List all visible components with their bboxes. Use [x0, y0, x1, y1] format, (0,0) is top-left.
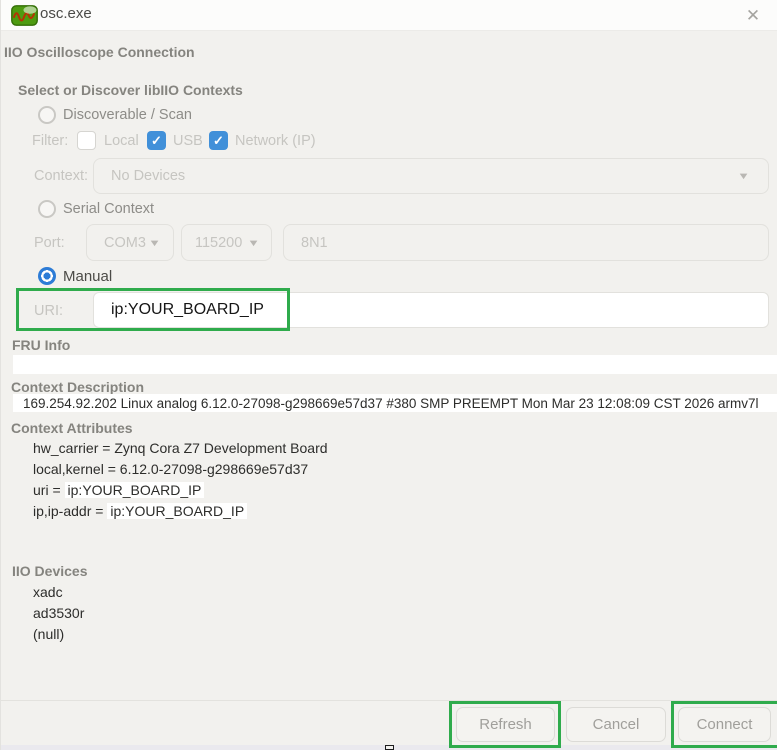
- attr-key: hw_carrier: [33, 440, 98, 456]
- port-label: Port:: [34, 235, 65, 251]
- context-attribute-row: local,kernel = 6.12.0-27098-g298669e57d3…: [33, 461, 308, 477]
- refresh-button[interactable]: Refresh: [456, 707, 555, 742]
- attr-value: ip:YOUR_BOARD_IP: [107, 503, 247, 519]
- filter-network-label: Network (IP): [235, 133, 316, 149]
- device-item: ad3530r: [33, 605, 84, 621]
- filter-network-checkbox[interactable]: ✓: [209, 131, 228, 150]
- text-caret-artifact: [385, 745, 394, 750]
- device-item: xadc: [33, 584, 63, 600]
- chevron-down-icon: ▼: [737, 171, 750, 182]
- context-dropdown-value: No Devices: [111, 168, 185, 184]
- filter-usb-label: USB: [173, 133, 203, 149]
- attr-key: local,kernel: [33, 461, 104, 477]
- close-icon[interactable]: ✕: [740, 4, 766, 28]
- attr-key: uri: [33, 482, 49, 498]
- connection-dialog: osc.exe ✕ IIO Oscilloscope Connection Se…: [0, 0, 777, 750]
- chevron-down-icon: ▼: [148, 237, 161, 248]
- attr-value: 6.12.0-27098-g298669e57d37: [120, 461, 308, 477]
- filter-usb-checkbox[interactable]: ✓: [147, 131, 166, 150]
- context-attribute-row: hw_carrier = Zynq Cora Z7 Development Bo…: [33, 440, 328, 456]
- serial-radio[interactable]: [38, 200, 56, 218]
- discoverable-label: Discoverable / Scan: [63, 107, 192, 123]
- context-attribute-row: uri = ip:YOUR_BOARD_IP: [33, 482, 204, 498]
- footer-divider: [1, 700, 777, 701]
- framing-input[interactable]: 8N1: [283, 224, 769, 261]
- oscilloscope-app-icon: [11, 5, 38, 26]
- iio-devices-title: IIO Devices: [12, 563, 88, 579]
- context-attribute-row: ip,ip-addr = ip:YOUR_BOARD_IP: [33, 503, 247, 519]
- check-icon: ✓: [213, 133, 224, 148]
- check-icon: ✓: [151, 133, 162, 148]
- attr-eq: =: [91, 503, 107, 519]
- port-dropdown[interactable]: COM3 ▼: [86, 224, 174, 261]
- fru-content: [13, 355, 777, 374]
- manual-label: Manual: [63, 268, 112, 285]
- context-dropdown[interactable]: No Devices ▼: [93, 158, 769, 194]
- device-item: (null): [33, 626, 64, 642]
- port-dropdown-value: COM3: [104, 235, 146, 251]
- contexts-section-title: Select or Discover libIIO Contexts: [18, 82, 243, 98]
- connect-button[interactable]: Connect: [678, 707, 771, 742]
- window-title: osc.exe: [40, 5, 92, 22]
- attr-key: ip,ip-addr: [33, 503, 91, 519]
- chevron-down-icon: ▼: [247, 237, 260, 248]
- context-description-text: 169.254.92.202 Linux analog 6.12.0-27098…: [23, 396, 777, 411]
- attr-eq: =: [98, 440, 114, 456]
- filter-local-checkbox[interactable]: [77, 131, 96, 150]
- filter-local-label: Local: [104, 133, 139, 149]
- serial-label: Serial Context: [63, 201, 154, 217]
- filter-label: Filter:: [32, 133, 68, 149]
- attr-eq: =: [104, 461, 120, 477]
- context-attributes-title: Context Attributes: [11, 420, 133, 436]
- title-bar: osc.exe ✕: [1, 0, 777, 31]
- context-label: Context:: [34, 168, 88, 184]
- attr-eq: =: [49, 482, 65, 498]
- baud-dropdown-value: 115200: [195, 235, 242, 251]
- uri-label: URI:: [34, 303, 63, 319]
- discoverable-radio[interactable]: [38, 106, 56, 124]
- framing-input-value: 8N1: [301, 235, 328, 251]
- attr-value: Zynq Cora Z7 Development Board: [114, 440, 327, 456]
- manual-radio[interactable]: [38, 267, 56, 285]
- cancel-button[interactable]: Cancel: [566, 707, 666, 742]
- uri-input-value: ip:YOUR_BOARD_IP: [111, 301, 264, 319]
- attr-value: ip:YOUR_BOARD_IP: [65, 482, 205, 498]
- context-description-title: Context Description: [11, 379, 144, 395]
- uri-input[interactable]: ip:YOUR_BOARD_IP: [93, 292, 769, 328]
- page-title: IIO Oscilloscope Connection: [4, 44, 195, 60]
- fru-section-title: FRU Info: [12, 337, 70, 353]
- baud-dropdown[interactable]: 115200 ▼: [181, 224, 272, 261]
